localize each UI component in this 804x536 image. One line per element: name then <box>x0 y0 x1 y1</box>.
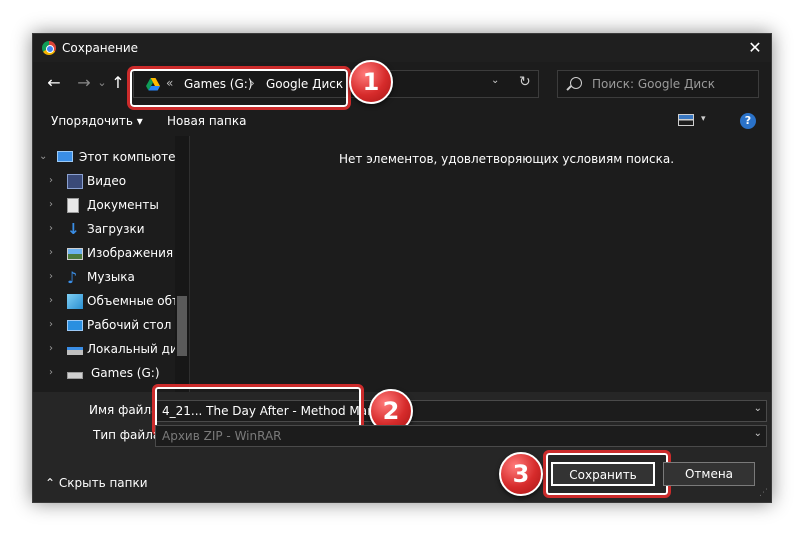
window-title: Сохранение <box>62 41 139 55</box>
cancel-button[interactable]: Отмена <box>663 462 755 486</box>
up-arrow-icon[interactable]: ↑ <box>107 72 129 94</box>
chevron-right-icon[interactable]: › <box>49 223 53 234</box>
search-box[interactable] <box>557 70 759 98</box>
tree-item-pictures[interactable]: › Изображения <box>33 242 177 266</box>
filetype-value[interactable]: Архив ZIP - WinRAR <box>162 429 282 443</box>
tree-item-local-disk[interactable]: › Локальный дис <box>33 338 184 362</box>
hide-folders-button[interactable]: ⌃ Скрыть папки <box>45 476 148 490</box>
view-options-icon[interactable] <box>678 114 694 126</box>
documents-icon <box>67 198 79 213</box>
chevron-down-icon[interactable]: ⌄ <box>39 151 47 162</box>
drive-icon <box>67 372 83 379</box>
filetype-dropdown-icon[interactable]: ⌄ <box>754 428 762 439</box>
tree-label-documents: Документы <box>87 198 159 212</box>
music-note-icon: ♪ <box>67 268 78 287</box>
tree-label-local-disk: Локальный дис <box>87 342 185 356</box>
tree-item-3d-objects[interactable]: › Объемные объ <box>33 290 181 314</box>
chevron-right-icon[interactable]: › <box>49 367 53 378</box>
chevron-right-icon[interactable]: › <box>49 343 53 354</box>
chevron-right-icon[interactable]: › <box>49 295 53 306</box>
organize-menu[interactable]: Упорядочить ▾ <box>51 114 143 128</box>
pane-divider[interactable] <box>189 136 190 392</box>
filetype-label: Тип файла: <box>93 428 165 442</box>
navigation-pane: ⌄ Этот компьютер › Видео › Документы › ↓… <box>33 136 189 392</box>
chevron-right-icon[interactable]: › <box>49 175 53 186</box>
chrome-icon <box>42 41 56 55</box>
local-disk-icon <box>67 347 83 355</box>
video-folder-icon <box>67 174 83 189</box>
chevron-right-icon[interactable]: › <box>49 319 53 330</box>
tree-item-desktop[interactable]: › Рабочий стол <box>33 314 177 338</box>
navigation-bar: ← → ⌄ ↑ « Games (G:) › Google Диск ⌄ ↻ 1 <box>33 60 771 110</box>
tree-item-games-drive[interactable]: › Games (G:) <box>33 362 177 386</box>
download-arrow-icon: ↓ <box>67 220 80 238</box>
3d-objects-icon <box>67 294 83 309</box>
chevron-right-icon[interactable]: › <box>49 247 53 258</box>
resize-grip-icon[interactable]: ⋰ <box>759 488 768 498</box>
save-button[interactable]: Сохранить <box>551 462 655 486</box>
tree-label-pictures: Изображения <box>87 246 174 260</box>
refresh-icon[interactable]: ↻ <box>519 74 531 90</box>
filename-dropdown-icon[interactable]: ⌄ <box>754 403 762 414</box>
chevron-right-icon[interactable]: › <box>49 271 53 282</box>
tree-item-documents[interactable]: › Документы <box>33 194 177 218</box>
tree-label-games-drive: Games (G:) <box>91 366 160 380</box>
tree-label-music: Музыка <box>87 270 135 284</box>
annotation-badge-3: 3 <box>499 452 543 496</box>
tree-item-music[interactable]: › ♪ Музыка <box>33 266 177 290</box>
title-bar: Сохранение ✕ <box>33 34 771 62</box>
tree-label-downloads: Загрузки <box>87 222 145 236</box>
address-dropdown-icon[interactable]: ⌄ <box>491 75 499 86</box>
empty-results-message: Нет элементов, удовлетворяющих условиям … <box>339 152 675 166</box>
view-dropdown-icon[interactable]: ▾ <box>701 114 706 124</box>
tree-label-3d-objects: Объемные объ <box>87 294 181 308</box>
tree-item-downloads[interactable]: › ↓ Загрузки <box>33 218 177 242</box>
tree-label-this-pc: Этот компьютер <box>79 150 184 164</box>
search-input[interactable] <box>592 75 752 93</box>
search-icon <box>570 77 582 89</box>
computer-icon <box>57 151 73 162</box>
annotation-badge-1: 1 <box>349 60 393 104</box>
save-dialog: Сохранение ✕ ← → ⌄ ↑ « Games (G:) › Goog… <box>32 33 772 503</box>
address-highlight <box>127 66 351 110</box>
toolbar: Упорядочить ▾ Новая папка ▾ ? <box>33 106 771 136</box>
desktop-icon <box>67 320 83 331</box>
new-folder-button[interactable]: Новая папка <box>167 114 246 128</box>
back-arrow-icon[interactable]: ← <box>43 72 65 94</box>
close-icon[interactable]: ✕ <box>743 36 767 60</box>
tree-label-desktop: Рабочий стол <box>87 318 172 332</box>
filetype-select[interactable]: Архив ZIP - WinRAR ⌄ <box>155 425 767 447</box>
file-form-area: Имя файла: 4_21... The Day After - Metho… <box>33 384 771 502</box>
help-icon[interactable]: ? <box>740 113 756 129</box>
navigation-scrollbar[interactable] <box>175 136 189 392</box>
tree-item-this-pc[interactable]: ⌄ Этот компьютер <box>33 146 183 170</box>
pictures-icon <box>67 248 83 260</box>
chevron-right-icon[interactable]: › <box>49 199 53 210</box>
scrollbar-thumb[interactable] <box>177 296 187 356</box>
tree-item-video[interactable]: › Видео <box>33 170 177 194</box>
tree-label-video: Видео <box>87 174 127 188</box>
